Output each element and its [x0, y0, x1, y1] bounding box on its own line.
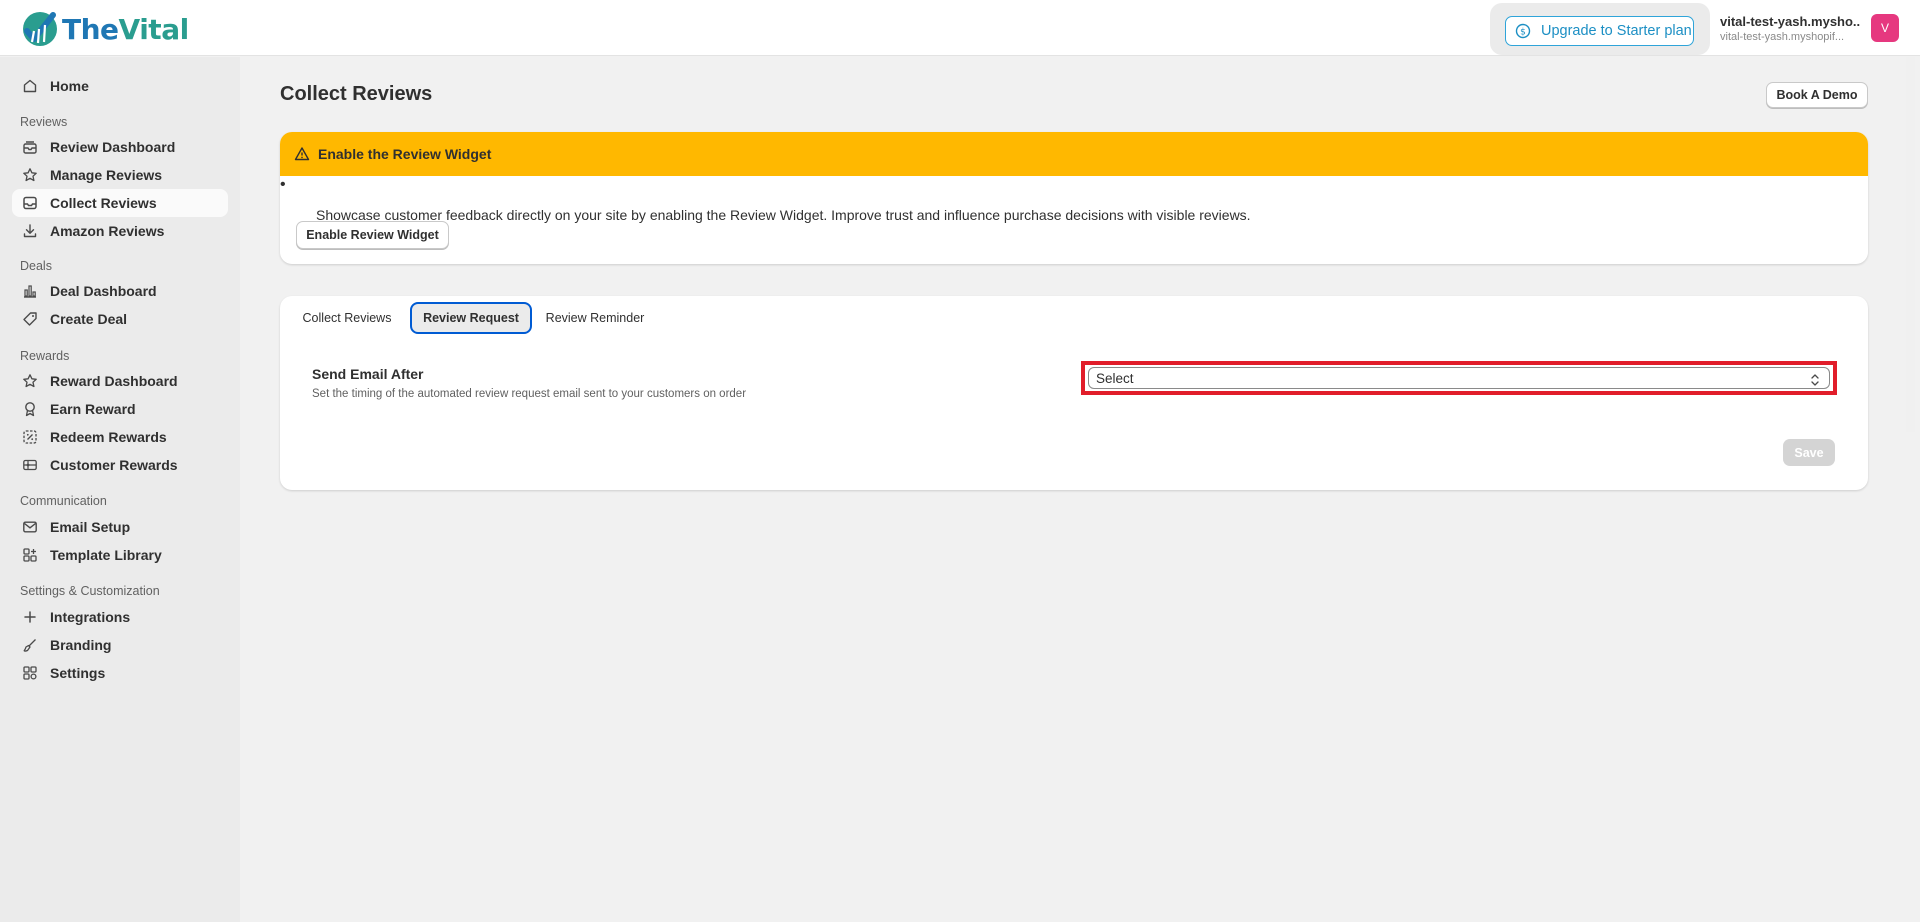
plus-icon — [24, 611, 36, 623]
review-request-card: Collect Reviews Review Request Review Re… — [280, 296, 1868, 490]
bar-chart-icon — [24, 285, 36, 298]
sidebar-item-label: Manage Reviews — [50, 167, 163, 183]
sidebar-section-deals: Deals — [20, 259, 52, 273]
bullet-icon: • — [280, 176, 286, 193]
sidebar-item-settings[interactable]: Settings — [12, 659, 228, 687]
enable-widget-banner: Enable the Review Widget • Showcase cust… — [280, 132, 1868, 264]
brand-logo[interactable]: TheVital — [20, 9, 189, 49]
inbox-stack-icon — [23, 141, 37, 154]
sidebar-item-amazon-reviews[interactable]: Amazon Reviews — [12, 217, 228, 245]
sidebar-item-label: Collect Reviews — [50, 195, 157, 211]
tab-review-request[interactable]: Review Request — [410, 302, 532, 334]
sidebar-item-label: Settings — [50, 665, 106, 681]
sidebar-item-label: Deal Dashboard — [50, 283, 157, 299]
vital-logo-icon — [23, 12, 57, 46]
send-email-after-select[interactable]: Select — [1088, 367, 1830, 389]
brand-name: TheVital — [62, 12, 189, 46]
enable-review-widget-button[interactable]: Enable Review Widget — [296, 221, 449, 249]
top-bar: TheVital $ Upgrade to Starter plan vital… — [0, 0, 1920, 56]
account-menu[interactable]: vital-test-yash.mysho... vital-test-yash… — [1720, 14, 1860, 43]
warning-icon — [294, 147, 310, 161]
account-name: vital-test-yash.mysho... — [1720, 14, 1860, 29]
sidebar-item-integrations[interactable]: Integrations — [12, 603, 228, 631]
sidebar-item-label: Branding — [50, 637, 112, 653]
sidebar-item-reward-dashboard[interactable]: Reward Dashboard — [12, 367, 228, 395]
sidebar-item-label: Review Dashboard — [50, 139, 176, 155]
sidebar-item-collect-reviews[interactable]: Collect Reviews — [12, 189, 228, 217]
sidebar: Home Reviews Review Dashboard Manage Rev… — [0, 57, 240, 922]
home-icon — [23, 79, 37, 93]
sidebar-section-communication: Communication — [20, 494, 107, 508]
settings-grid-icon — [23, 666, 37, 680]
gift-card-icon — [23, 459, 37, 471]
sidebar-item-home[interactable]: Home — [12, 72, 228, 100]
sidebar-item-deal-dashboard[interactable]: Deal Dashboard — [12, 277, 228, 305]
sidebar-item-label: Earn Reward — [50, 401, 136, 417]
sidebar-section-settings: Settings & Customization — [20, 584, 160, 598]
sidebar-item-label: Home — [50, 78, 89, 94]
star-icon — [23, 374, 37, 388]
select-value: Select — [1096, 370, 1134, 386]
sidebar-item-branding[interactable]: Branding — [12, 631, 228, 659]
upgrade-plan-label: Upgrade to Starter plan — [1541, 23, 1692, 39]
banner-title: Enable the Review Widget — [318, 146, 492, 162]
star-icon — [23, 168, 37, 182]
sidebar-item-template-library[interactable]: Template Library — [12, 541, 228, 569]
avatar[interactable]: V — [1871, 14, 1899, 42]
tab-review-reminder[interactable]: Review Reminder — [540, 302, 650, 334]
chevron-up-down-icon — [1811, 374, 1819, 386]
banner-text: Showcase customer feedback directly on y… — [316, 207, 1251, 223]
dollar-circle-icon: $ — [1515, 23, 1531, 39]
scrollbar[interactable] — [1906, 57, 1915, 432]
sidebar-section-rewards: Rewards — [20, 349, 70, 363]
inbox-icon — [23, 196, 37, 210]
send-email-after-help: Set the timing of the automated review r… — [312, 388, 747, 400]
sidebar-item-label: Integrations — [50, 609, 131, 625]
award-icon — [25, 402, 35, 417]
email-icon — [23, 521, 37, 533]
send-email-after-select-highlight: Select — [1081, 361, 1837, 395]
save-button[interactable]: Save — [1783, 439, 1835, 466]
sidebar-item-label: Template Library — [50, 547, 162, 563]
svg-text:$: $ — [1520, 28, 1526, 38]
sidebar-item-label: Redeem Rewards — [50, 429, 167, 445]
discount-icon — [23, 430, 37, 444]
book-demo-button[interactable]: Book A Demo — [1766, 82, 1868, 108]
apps-icon — [23, 548, 37, 562]
sidebar-item-label: Email Setup — [50, 519, 131, 535]
sidebar-item-label: Create Deal — [50, 311, 128, 327]
sidebar-section-reviews: Reviews — [20, 115, 68, 129]
tag-icon — [23, 312, 37, 326]
sidebar-item-redeem-rewards[interactable]: Redeem Rewards — [12, 423, 228, 451]
upgrade-container: $ Upgrade to Starter plan — [1490, 3, 1710, 55]
sidebar-item-manage-reviews[interactable]: Manage Reviews — [12, 161, 228, 189]
sidebar-item-email-setup[interactable]: Email Setup — [12, 513, 228, 541]
sidebar-item-earn-reward[interactable]: Earn Reward — [12, 395, 228, 423]
sidebar-item-customer-rewards[interactable]: Customer Rewards — [12, 451, 228, 479]
download-icon — [23, 224, 37, 238]
paint-brush-icon — [23, 639, 36, 652]
sidebar-item-label: Customer Rewards — [50, 457, 178, 473]
sidebar-item-review-dashboard[interactable]: Review Dashboard — [12, 133, 228, 161]
send-email-after-label: Send Email After — [312, 366, 424, 382]
account-domain: vital-test-yash.myshopif... — [1720, 31, 1845, 43]
page-title: Collect Reviews — [280, 83, 433, 105]
tab-collect-reviews[interactable]: Collect Reviews — [295, 302, 399, 334]
sidebar-item-label: Amazon Reviews — [50, 223, 165, 239]
sidebar-item-label: Reward Dashboard — [50, 373, 178, 389]
sidebar-item-create-deal[interactable]: Create Deal — [12, 305, 228, 333]
banner-header: Enable the Review Widget — [280, 132, 1868, 176]
upgrade-plan-button[interactable]: $ Upgrade to Starter plan — [1505, 16, 1694, 46]
